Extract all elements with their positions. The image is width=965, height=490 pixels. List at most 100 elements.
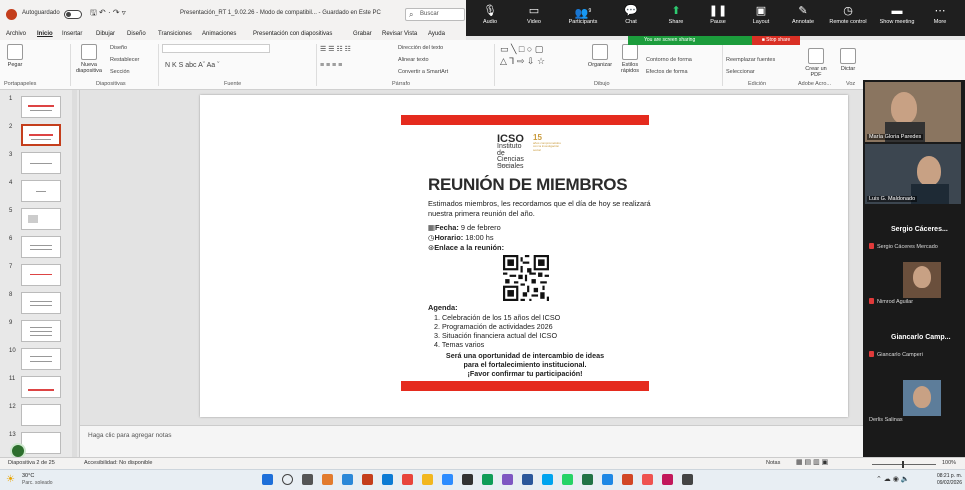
slide-thumbnail[interactable]: 12 (0, 404, 80, 430)
zoom-show-meeting-button[interactable]: ▬ Show meeting (872, 3, 922, 25)
slide-thumbnail[interactable]: 8 (0, 292, 80, 318)
paste-button[interactable]: Pegar (4, 44, 26, 68)
new-slide-button[interactable]: Nueva diapositiva (74, 44, 104, 74)
taskbar-search-icon[interactable] (282, 474, 293, 485)
taskbar-app-icon[interactable] (682, 474, 693, 485)
slide-thumbnail[interactable]: 3 (0, 152, 80, 178)
zoom-share-button[interactable]: ⬆ Share (654, 3, 698, 25)
zoom-annotate-button[interactable]: ✎ Annotate (781, 3, 825, 25)
system-clock[interactable]: 08:21 p. m. 09/02/2026 (930, 473, 962, 486)
windows-start-icon[interactable] (262, 474, 273, 485)
taskbar-app-icon[interactable] (542, 474, 553, 485)
participant-tile[interactable]: Nimrod Aguilar (865, 260, 961, 306)
taskbar-app-icon[interactable] (482, 474, 493, 485)
participant-tile[interactable]: Derlis Salinas (865, 376, 961, 426)
zoom-remote-control-button[interactable]: ◷ Remote control (822, 3, 874, 25)
taskbar-app-icon[interactable] (502, 474, 513, 485)
whatsapp-icon[interactable] (562, 474, 573, 485)
zoom-app-icon[interactable] (442, 474, 453, 485)
dictate-button[interactable]: Dictar (836, 48, 860, 72)
text-direction-button[interactable]: Dirección del texto (398, 45, 443, 51)
autosave-toggle[interactable] (64, 10, 82, 19)
zoom-participants-button[interactable]: 👥9 Participants (558, 3, 608, 25)
zoom-layout-button[interactable]: ▣ Layout (739, 3, 783, 25)
file-explorer-icon[interactable] (422, 474, 433, 485)
zoom-slider[interactable] (872, 461, 936, 468)
slide-thumbnail[interactable]: 9 (0, 320, 80, 346)
tab-diseno[interactable]: Diseño (127, 31, 146, 37)
select-button[interactable]: Seleccionar (726, 69, 755, 75)
participant-tile[interactable]: Giancarlo Camp... Giancarlo Camperi (865, 320, 961, 360)
taskbar-app-icon[interactable] (602, 474, 613, 485)
participant-video-tile[interactable]: María Gloria Paredes (865, 82, 961, 142)
taskbar-app-icon[interactable] (462, 474, 473, 485)
zoom-audio-button[interactable]: 🎙 Audio (468, 3, 512, 25)
create-pdf-button[interactable]: Crear un PDF (800, 48, 832, 78)
group-label-editing: Edición (748, 81, 767, 87)
powerpoint-icon[interactable] (622, 474, 633, 485)
section-button[interactable]: Sección (110, 69, 130, 75)
slide-thumbnail[interactable]: 11 (0, 376, 80, 402)
tab-dibujar[interactable]: Dibujar (96, 31, 115, 37)
quick-styles-button[interactable]: Estilos rápidos (618, 44, 642, 74)
shape-effects-button[interactable]: Efectos de forma (646, 69, 688, 75)
tab-vista[interactable]: Vista (404, 31, 417, 37)
font-name-dropdown[interactable] (162, 44, 270, 53)
tab-archivo[interactable]: Archivo (6, 31, 26, 37)
slide-canvas[interactable]: ICSO Instituto de Ciencias Sociales 15 a… (200, 95, 848, 417)
tab-inicio[interactable]: Inicio (37, 31, 53, 37)
slide-thumbnail[interactable]: 6 (0, 236, 80, 262)
thumbnails-scrollbar[interactable] (72, 90, 77, 457)
view-buttons[interactable]: ▦ ▤ ▥ ▣ (796, 458, 828, 466)
align-buttons[interactable]: ≡ ≡ ≡ ≡ (320, 62, 342, 69)
zoom-pause-button[interactable]: ❚❚ Pause (696, 3, 740, 25)
tab-grabar[interactable]: Grabar (353, 31, 372, 37)
reset-button[interactable]: Restablecer (110, 57, 139, 63)
slide-thumbnail[interactable]: 5 (0, 208, 80, 234)
notes-pane[interactable]: Haga clic para agregar notas (80, 425, 863, 457)
smartart-button[interactable]: Convertir a SmartArt (398, 69, 448, 75)
tab-revisar[interactable]: Revisar (382, 31, 402, 37)
font-format-buttons[interactable]: N K S abc Aˇ Aa ˇ (165, 62, 219, 69)
replace-fonts-button[interactable]: Reemplazar fuentes (726, 57, 775, 63)
slide-thumbnail[interactable]: 1 (0, 96, 80, 122)
slide-thumbnail[interactable]: 4 (0, 180, 80, 206)
search-input[interactable]: ⌕ Buscar (405, 8, 465, 21)
taskbar-app-icon[interactable] (382, 474, 393, 485)
taskbar-app-icon[interactable] (642, 474, 653, 485)
word-icon[interactable] (522, 474, 533, 485)
system-tray-icons[interactable]: ⌃ ☁ ◉ 🔈 (876, 475, 910, 483)
notes-toggle-button[interactable]: Notas (766, 460, 780, 466)
zoom-more-button[interactable]: ⋯ More (918, 3, 962, 25)
align-text-button[interactable]: Alinear texto (398, 57, 429, 63)
tab-transiciones[interactable]: Transiciones (158, 31, 192, 37)
taskbar-app-icon[interactable] (322, 474, 333, 485)
tab-ayuda[interactable]: Ayuda (428, 31, 445, 37)
zoom-level[interactable]: 100% (942, 460, 956, 466)
chrome-icon[interactable] (402, 474, 413, 485)
shapes-gallery-row2[interactable]: △ ⅂ ⇨ ⇩ ☆ (500, 56, 545, 67)
participant-tile[interactable]: Sergio Cáceres... Sergio Cáceres Mercado (865, 212, 961, 252)
zoom-video-button[interactable]: ▭ Video (512, 3, 556, 25)
tab-animaciones[interactable]: Animaciones (202, 31, 236, 37)
organize-button[interactable]: Organizar (586, 44, 614, 68)
shapes-gallery[interactable]: ▭ ╲ □ ○ ▢ (500, 44, 543, 55)
taskbar-app-icon[interactable] (362, 474, 373, 485)
list-buttons[interactable]: ☰ ☰ ☷ ☷ (320, 45, 351, 53)
slide-thumbnail-selected[interactable]: 2 (0, 124, 80, 150)
participant-video-tile[interactable]: Luis G. Maldonado (865, 144, 961, 204)
accessibility-status[interactable]: Accesibilidad: No disponible (84, 460, 152, 466)
tab-presentacion[interactable]: Presentación con diapositivas (253, 31, 332, 37)
quick-access-icons[interactable]: 🖫 ↶ · ↷ ▿ (90, 7, 126, 21)
slide-thumbnail[interactable]: 10 (0, 348, 80, 374)
zoom-chat-button[interactable]: 💬 Chat (609, 3, 653, 25)
shape-outline-button[interactable]: Contorno de forma (646, 57, 692, 63)
task-view-icon[interactable] (302, 474, 313, 485)
stop-share-button[interactable]: ■ Stop share (752, 36, 800, 45)
slide-thumbnail[interactable]: 7 (0, 264, 80, 290)
layout-button[interactable]: Diseño (110, 45, 127, 51)
tab-insertar[interactable]: Insertar (62, 31, 82, 37)
taskbar-app-icon[interactable] (342, 474, 353, 485)
taskbar-app-icon[interactable] (662, 474, 673, 485)
excel-icon[interactable] (582, 474, 593, 485)
